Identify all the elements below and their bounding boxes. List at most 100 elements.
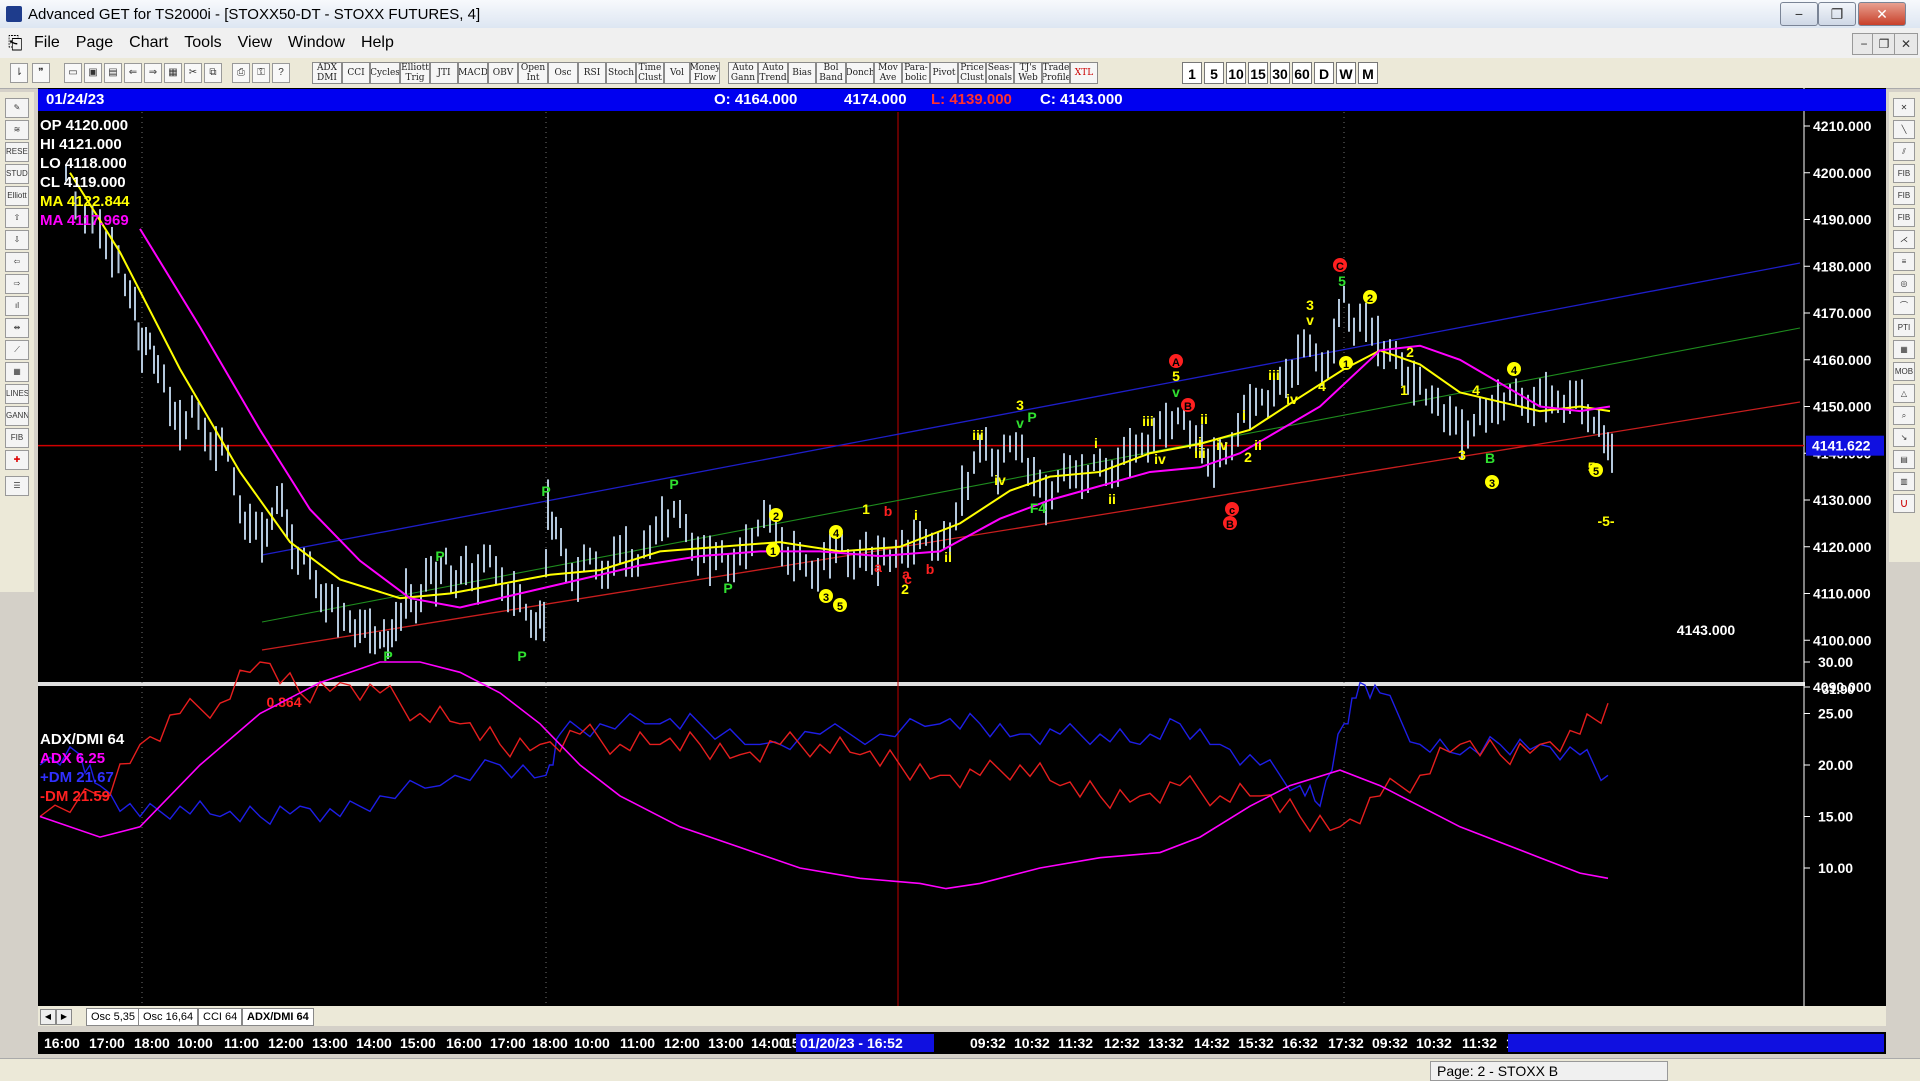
gann-button[interactable]: GANN	[5, 406, 29, 426]
menu-chart[interactable]: Chart	[121, 34, 176, 52]
timeframe-button-60[interactable]: 60	[1292, 62, 1312, 84]
time-scroll-track[interactable]	[1508, 1034, 1884, 1052]
grid-tool-icon[interactable]: ▦	[1893, 340, 1915, 359]
timeframe-button-m[interactable]: M	[1358, 62, 1378, 84]
timeframe-button-5[interactable]: 5	[1204, 62, 1224, 84]
study-button-bias[interactable]: Bias	[788, 62, 816, 84]
timeframe-button-w[interactable]: W	[1336, 62, 1356, 84]
fib-ext-button[interactable]: FIB EXT	[1893, 186, 1915, 205]
line-tool-icon[interactable]: ╲	[1893, 120, 1915, 139]
study-button-para-bolic[interactable]: Para-bolic	[902, 62, 930, 84]
nav-left-icon[interactable]: ⇐	[124, 63, 142, 83]
arc-icon[interactable]: ⌒	[1893, 296, 1915, 315]
study-button-adx-dmi[interactable]: ADX DMI	[312, 62, 342, 84]
study-button-rsi[interactable]: RSI	[578, 62, 606, 84]
fib-ret-button[interactable]: FIB RET	[1893, 164, 1915, 183]
lock-icon[interactable]: ⚿	[252, 63, 270, 83]
bars-chart-icon[interactable]: ▥	[1893, 472, 1915, 491]
page-icon[interactable]: ▤	[104, 63, 122, 83]
menu-help[interactable]: Help	[353, 34, 402, 52]
pin-icon[interactable]: ⇂	[10, 63, 28, 83]
chart-window[interactable]: 4210.000 4200.000 4190.000 4180.000 4170.000…	[38, 88, 1886, 1013]
time-axis[interactable]: 16:00 17:00 18:00 10:00 11:00 12:00 13:00 14:00…	[38, 1032, 1886, 1054]
triangle-icon[interactable]: △	[1893, 384, 1915, 403]
study-button-trade-profile[interactable]: Trade Profile	[1042, 62, 1070, 84]
menu-window[interactable]: Window	[280, 34, 353, 52]
mob-button[interactable]: MOB	[1893, 362, 1915, 381]
study-button[interactable]: STUDY	[5, 164, 29, 184]
help-pointer-icon[interactable]: ?	[272, 63, 290, 83]
fan-icon[interactable]: ⋌	[1893, 230, 1915, 249]
study-button-macd[interactable]: MACD	[458, 62, 488, 84]
study-button-jti[interactable]: JTI	[430, 62, 458, 84]
zoom-icon[interactable]: ⇹	[5, 318, 29, 338]
pti-button[interactable]: PTI	[1893, 318, 1915, 337]
nav-right-icon[interactable]: ⇒	[144, 63, 162, 83]
arrow-down-icon[interactable]: ⇩	[5, 230, 29, 250]
arrow-up-icon[interactable]: ⇧	[5, 208, 29, 228]
tab-cci-64[interactable]: CCI 64	[198, 1008, 243, 1026]
pointer-icon[interactable]: ↘	[1893, 428, 1915, 447]
parallel-icon[interactable]: ⫽	[1893, 142, 1915, 161]
wave-icon[interactable]: ≋	[5, 120, 29, 140]
trend-icon[interactable]: ⟋	[5, 340, 29, 360]
study-button-xtl[interactable]: XTL	[1070, 62, 1098, 84]
close-button[interactable]: ✕	[1858, 2, 1906, 26]
arrow-left-icon[interactable]: ⇦	[5, 252, 29, 272]
document-icon[interactable]: ⎗	[0, 33, 26, 54]
table-icon[interactable]: ▤	[1893, 450, 1915, 469]
pencil-icon[interactable]: ✎	[5, 98, 29, 118]
timeframe-button-30[interactable]: 30	[1270, 62, 1290, 84]
elliott-button[interactable]: Elliott	[5, 186, 29, 206]
tab-osc-5-35[interactable]: Osc 5,35	[86, 1008, 141, 1026]
study-button-obv[interactable]: OBV	[488, 62, 518, 84]
menu-tools[interactable]: Tools	[176, 34, 229, 52]
study-button-open-int[interactable]: Open Int	[518, 62, 548, 84]
list-icon[interactable]: ☰	[5, 476, 29, 496]
study-button-donch[interactable]: Donch	[846, 62, 874, 84]
study-button-price-clust[interactable]: Price Clust	[958, 62, 986, 84]
mdi-close-icon[interactable]: ✕	[1894, 33, 1918, 55]
minimize-button[interactable]: −	[1780, 2, 1818, 26]
study-button-auto-gann[interactable]: Auto Gann	[728, 62, 758, 84]
grid-select-icon[interactable]: ▦	[5, 362, 29, 382]
print-icon[interactable]: ⎙	[232, 63, 250, 83]
study-button-seas-onals[interactable]: Seas-onals	[986, 62, 1014, 84]
timeframe-button-15[interactable]: 15	[1248, 62, 1268, 84]
mdi-restore-icon[interactable]: ❐	[1872, 33, 1896, 55]
menu-file[interactable]: File	[26, 34, 68, 52]
reset-button[interactable]: RESET	[5, 142, 29, 162]
copy-icon[interactable]: ⧉	[204, 63, 222, 83]
cut-icon[interactable]: ✂	[184, 63, 202, 83]
open-icon[interactable]: ▣	[84, 63, 102, 83]
menu-page[interactable]: Page	[68, 34, 121, 52]
study-button-tj-s-web[interactable]: TJ's Web	[1014, 62, 1042, 84]
tab-adx-dmi-64[interactable]: ADX/DMI 64	[242, 1008, 314, 1026]
study-button-osc[interactable]: Osc	[548, 62, 578, 84]
study-button-stoch[interactable]: Stoch	[606, 62, 636, 84]
tab-scroll-right-icon[interactable]: ▶	[56, 1009, 72, 1025]
timeframe-button-10[interactable]: 10	[1226, 62, 1246, 84]
study-button-cycles[interactable]: Cycles	[370, 62, 400, 84]
study-button-pivot[interactable]: Pivot	[930, 62, 958, 84]
timeframe-button-d[interactable]: D	[1314, 62, 1334, 84]
bars-icon[interactable]: ıl	[5, 296, 29, 316]
tab-scroll-left-icon[interactable]: ◀	[40, 1009, 56, 1025]
channel-icon[interactable]: ≡	[1893, 252, 1915, 271]
magnifier-icon[interactable]: ⌕	[1893, 406, 1915, 425]
study-button-time-clust[interactable]: Time Clust	[636, 62, 664, 84]
lines-button[interactable]: LINES	[5, 384, 29, 404]
cross-icon[interactable]: ✚	[5, 450, 29, 470]
timeframe-button-1[interactable]: 1	[1182, 62, 1202, 84]
quote-icon[interactable]: ❞	[32, 63, 50, 83]
arrow-right-icon[interactable]: ⇨	[5, 274, 29, 294]
study-button-bol-band[interactable]: Bol Band	[816, 62, 846, 84]
study-button-cci[interactable]: CCI	[342, 62, 370, 84]
menu-view[interactable]: View	[230, 34, 280, 52]
cycle-icon[interactable]: ◎	[1893, 274, 1915, 293]
fib-button[interactable]: FIB	[5, 428, 29, 448]
horseshoe-icon[interactable]: ∪	[1893, 494, 1915, 513]
new-icon[interactable]: ▭	[64, 63, 82, 83]
restore-button[interactable]: ❐	[1818, 2, 1856, 26]
study-button-money-flow[interactable]: Money Flow	[690, 62, 720, 84]
